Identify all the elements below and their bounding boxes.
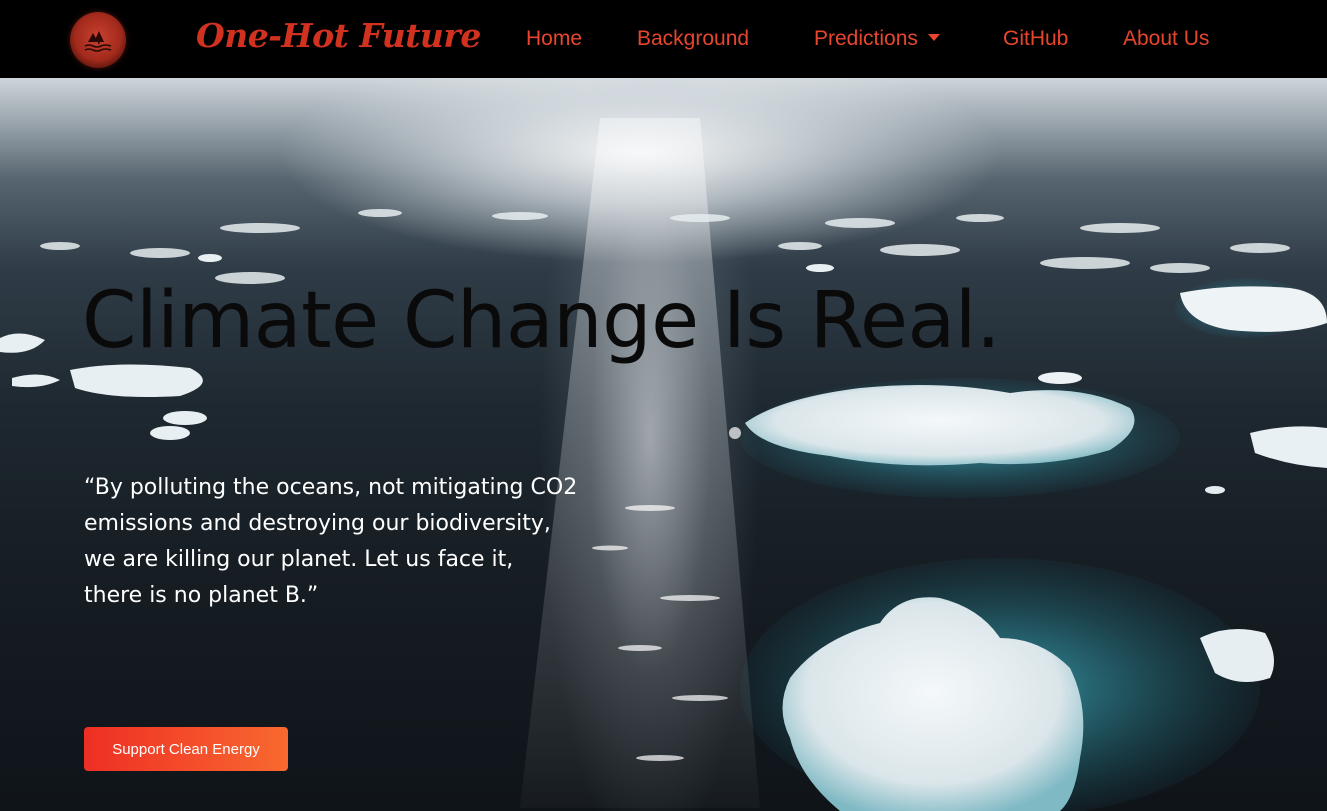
top-navbar: One-Hot Future Home Background Predictio…	[0, 0, 1327, 78]
nav-background[interactable]: Background	[637, 27, 749, 51]
hero-headline: Climate Change Is Real.	[82, 276, 1001, 366]
ocean-ice-background-image	[0, 118, 1327, 811]
support-clean-energy-button[interactable]: Support Clean Energy	[84, 727, 288, 771]
hero-section: Climate Change Is Real. “By polluting th…	[0, 78, 1327, 811]
nav-github[interactable]: GitHub	[1003, 27, 1068, 51]
nav-predictions-dropdown[interactable]: Predictions	[814, 27, 940, 51]
nav-home[interactable]: Home	[526, 27, 582, 51]
nav-about-us[interactable]: About Us	[1123, 27, 1209, 51]
brand-title[interactable]: One-Hot Future	[196, 16, 481, 55]
hero-quote: “By polluting the oceans, not mitigating…	[84, 475, 578, 608]
nav-predictions-label: Predictions	[814, 27, 918, 50]
caret-down-icon	[927, 33, 940, 41]
logo-icon[interactable]	[70, 12, 126, 68]
